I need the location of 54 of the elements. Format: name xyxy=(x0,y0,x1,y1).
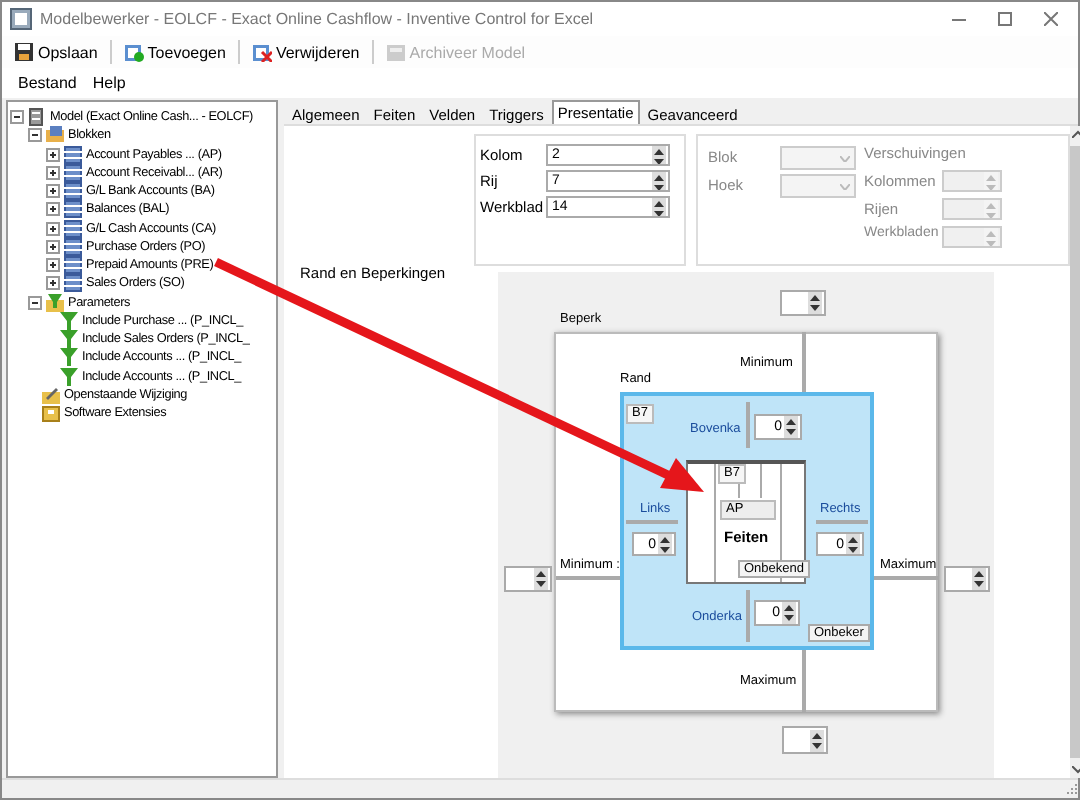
table-icon xyxy=(64,256,82,275)
spin-arrows-icon[interactable] xyxy=(652,172,666,190)
expand-icon[interactable] xyxy=(46,184,60,199)
collapse-icon[interactable] xyxy=(28,128,42,143)
collapse-icon[interactable] xyxy=(28,295,42,310)
table-icon xyxy=(64,182,82,201)
spin-arrows-icon[interactable] xyxy=(808,292,822,314)
blocks-folder-icon xyxy=(46,126,64,145)
collapse-icon[interactable] xyxy=(10,110,24,125)
table-icon xyxy=(64,274,82,293)
spin-arrows-icon[interactable] xyxy=(652,198,666,216)
table-icon xyxy=(64,163,82,182)
expand-icon[interactable] xyxy=(46,276,60,291)
number-spinner[interactable] xyxy=(504,566,552,592)
table-icon xyxy=(64,237,82,256)
table-icon xyxy=(64,145,82,164)
table-icon xyxy=(64,200,82,219)
resize-grip-icon[interactable] xyxy=(1062,780,1078,796)
expand-icon[interactable] xyxy=(46,165,60,180)
close-icon[interactable] xyxy=(1044,12,1058,26)
spin-arrows-icon[interactable] xyxy=(810,729,824,751)
number-spinner[interactable] xyxy=(944,566,990,592)
table-add-icon xyxy=(123,42,144,62)
expand-icon[interactable] xyxy=(46,258,60,273)
spin-arrows-icon[interactable] xyxy=(972,568,986,590)
chevron-down-icon xyxy=(840,183,850,189)
spin-arrows-icon[interactable] xyxy=(784,416,798,438)
toolbar-button[interactable]: Opslaan xyxy=(10,40,102,64)
number-spinner[interactable] xyxy=(782,726,828,754)
spin-arrows-icon[interactable] xyxy=(652,146,666,164)
table-delete-icon xyxy=(251,42,272,62)
window-title: Modelbewerker - EOLCF - Exact Online Cashflow - Inventive Control for Excel xyxy=(40,10,596,28)
expand-icon[interactable] xyxy=(46,147,60,162)
maximize-icon[interactable] xyxy=(998,12,1012,26)
toolbar-button[interactable]: Toevoegen xyxy=(119,40,230,64)
menu-item[interactable]: Help xyxy=(92,73,126,91)
package-icon xyxy=(42,404,60,423)
spin-arrows-icon[interactable] xyxy=(846,534,860,554)
expand-icon[interactable] xyxy=(46,221,60,236)
table-icon xyxy=(64,219,82,238)
menu-item[interactable]: Bestand xyxy=(18,73,77,91)
app-icon xyxy=(10,8,32,30)
funnel-folder-icon xyxy=(46,293,64,312)
spin-arrows-icon[interactable] xyxy=(782,602,796,624)
expand-icon[interactable] xyxy=(46,239,60,254)
chevron-down-icon xyxy=(840,155,850,161)
expand-icon[interactable] xyxy=(46,202,60,217)
spin-arrows-icon[interactable] xyxy=(534,568,548,590)
pencil-folder-icon xyxy=(42,385,60,404)
toolbar-button[interactable]: Verwijderen xyxy=(247,40,364,64)
spin-arrows-icon[interactable] xyxy=(658,534,672,554)
number-spinner[interactable] xyxy=(780,290,826,316)
archive-icon xyxy=(385,42,406,62)
database-icon xyxy=(28,108,46,127)
